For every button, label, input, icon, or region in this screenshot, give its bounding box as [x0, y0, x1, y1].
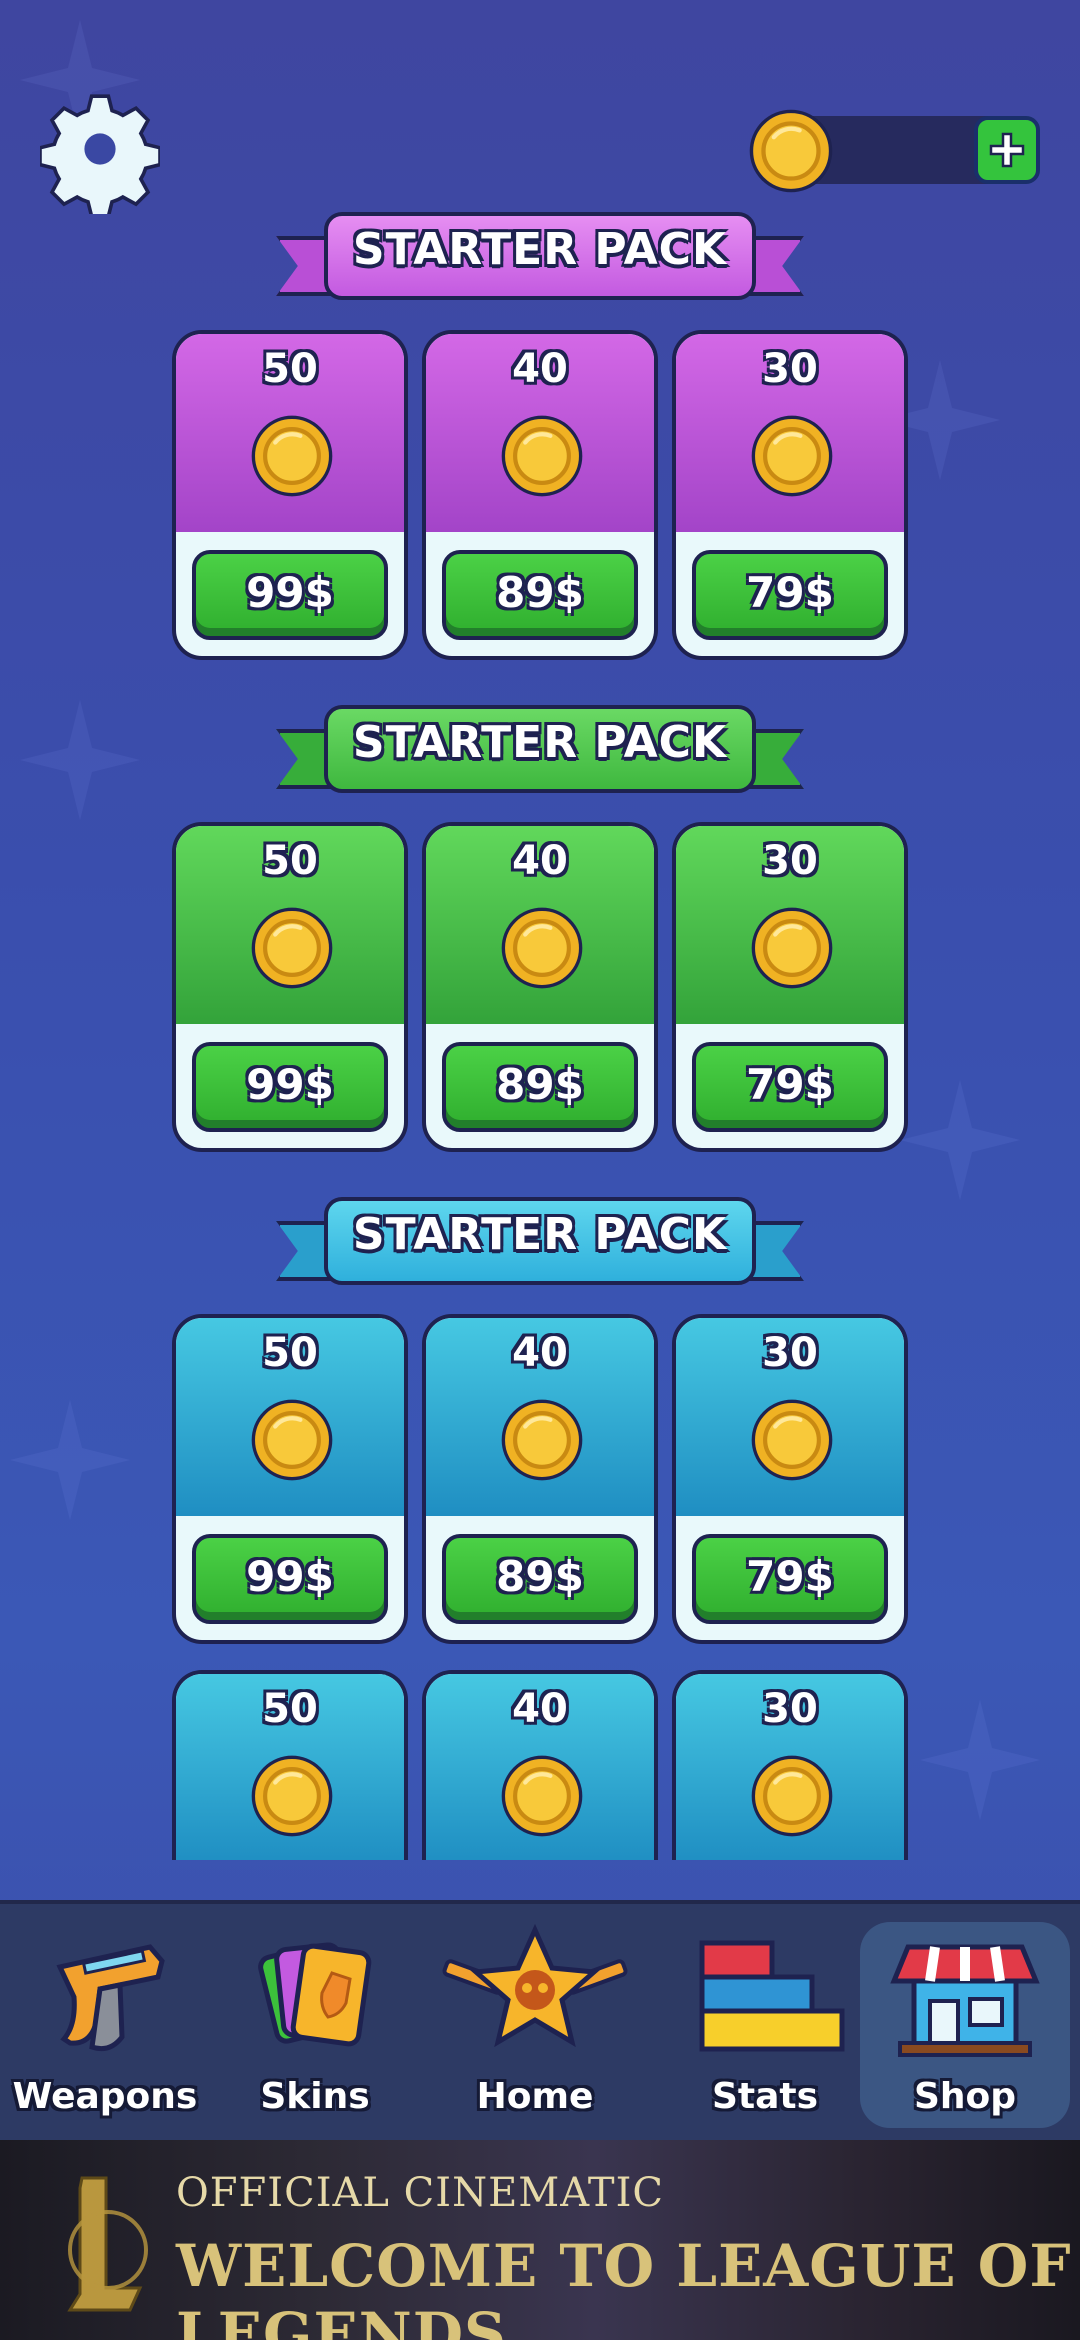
buy-button[interactable]: 99$: [192, 1534, 388, 1624]
offer-quantity: 30: [762, 1686, 818, 1732]
gear-icon[interactable]: [40, 84, 160, 214]
offer-card[interactable]: 30 79$: [672, 330, 908, 660]
offer-quantity: 30: [762, 1330, 818, 1376]
offer-quantity: 40: [512, 346, 568, 392]
shuriken-bg-icon: [920, 1700, 1040, 1820]
offer-card[interactable]: 50: [172, 1670, 408, 1860]
offer-quantity: 30: [762, 838, 818, 884]
offer-card[interactable]: 40 89$: [422, 330, 658, 660]
nav-label: Stats: [711, 2076, 819, 2117]
offer-quantity: 50: [262, 838, 318, 884]
nav-item-skins[interactable]: Skins: [210, 1922, 420, 2128]
offer-quantity: 40: [512, 1330, 568, 1376]
shuriken-bg-icon: [900, 1080, 1020, 1200]
offer-card[interactable]: 30 79$: [672, 822, 908, 1152]
ad-title: WELCOME TO LEAGUE OF LEGENDS: [176, 2232, 1072, 2340]
buy-button[interactable]: 89$: [442, 1534, 638, 1624]
coin-icon: [501, 415, 583, 497]
nav-label: Skins: [260, 2076, 370, 2117]
coin-icon: [251, 907, 333, 989]
coin-icon: [251, 415, 333, 497]
offer-card[interactable]: 40: [422, 1670, 658, 1860]
nav-item-stats[interactable]: Stats: [660, 1922, 870, 2128]
price-label: 79$: [746, 1552, 834, 1601]
coin-icon: [501, 1399, 583, 1481]
pack-banner-purple: STARTER PACK: [276, 212, 804, 312]
offer-card[interactable]: 40 89$: [422, 822, 658, 1152]
price-label: 99$: [246, 568, 334, 617]
plus-icon: [989, 132, 1025, 168]
coin-icon: [251, 1755, 333, 1837]
pack-banner-blue: STARTER PACK: [276, 1197, 804, 1297]
nav-label: Home: [476, 2076, 594, 2117]
buy-button[interactable]: 89$: [442, 550, 638, 640]
pack-title: STARTER PACK: [352, 224, 728, 275]
offer-card[interactable]: 50 99$: [172, 1314, 408, 1644]
offer-card[interactable]: 30 79$: [672, 1314, 908, 1644]
price-label: 79$: [746, 568, 834, 617]
offer-card[interactable]: 50 99$: [172, 330, 408, 660]
offer-quantity: 30: [762, 346, 818, 392]
bottom-nav: Weapons Skins Home Stats Shop: [0, 1900, 1080, 2144]
offer-quantity: 50: [262, 1330, 318, 1376]
coin-icon: [751, 415, 833, 497]
shop-icon: [890, 1944, 1040, 2057]
add-coins-button[interactable]: [974, 116, 1040, 184]
price-label: 89$: [496, 1060, 584, 1109]
pistol-icon: [56, 1944, 165, 2052]
nav-label: Shop: [913, 2076, 1017, 2117]
nav-label: Weapons: [12, 2076, 198, 2117]
cards-icon: [258, 1942, 372, 2047]
shuriken-bg-icon: [10, 1400, 130, 1520]
offer-card[interactable]: 30: [672, 1670, 908, 1860]
coin-icon: [251, 1399, 333, 1481]
bars-icon: [699, 1940, 845, 2052]
price-label: 79$: [746, 1060, 834, 1109]
offer-quantity: 40: [512, 1686, 568, 1732]
buy-button[interactable]: 79$: [692, 1042, 888, 1132]
shuriken-bg-icon: [20, 700, 140, 820]
buy-button[interactable]: 99$: [192, 550, 388, 640]
buy-button[interactable]: 89$: [442, 1042, 638, 1132]
buy-button[interactable]: 99$: [192, 1042, 388, 1132]
coin-icon: [501, 1755, 583, 1837]
price-label: 99$: [246, 1552, 334, 1601]
offer-card[interactable]: 40 89$: [422, 1314, 658, 1644]
buy-button[interactable]: 79$: [692, 550, 888, 640]
coin-icon: [751, 1399, 833, 1481]
league-logo-icon: [67, 2176, 148, 2312]
nav-item-shop[interactable]: Shop: [860, 1922, 1070, 2128]
coin-icon: [501, 907, 583, 989]
skull-star-icon: [442, 1923, 628, 2048]
coin-icon: [751, 907, 833, 989]
coin-icon: [751, 1755, 833, 1837]
offer-quantity: 40: [512, 838, 568, 884]
price-label: 99$: [246, 1060, 334, 1109]
nav-item-home[interactable]: Home: [430, 1922, 640, 2128]
offer-card[interactable]: 50 99$: [172, 822, 408, 1152]
pack-banner-green: STARTER PACK: [276, 705, 804, 805]
coin-icon: [749, 109, 833, 193]
pack-title: STARTER PACK: [352, 1209, 728, 1260]
nav-item-weapons[interactable]: Weapons: [0, 1922, 210, 2128]
buy-button[interactable]: 79$: [692, 1534, 888, 1624]
price-label: 89$: [496, 568, 584, 617]
price-label: 89$: [496, 1552, 584, 1601]
pack-title: STARTER PACK: [352, 717, 728, 768]
offer-quantity: 50: [262, 1686, 318, 1732]
ad-subtitle: OFFICIAL CINEMATIC: [176, 2170, 665, 2216]
ad-banner[interactable]: OFFICIAL CINEMATIC WELCOME TO LEAGUE OF …: [0, 2140, 1080, 2340]
offer-quantity: 50: [262, 346, 318, 392]
